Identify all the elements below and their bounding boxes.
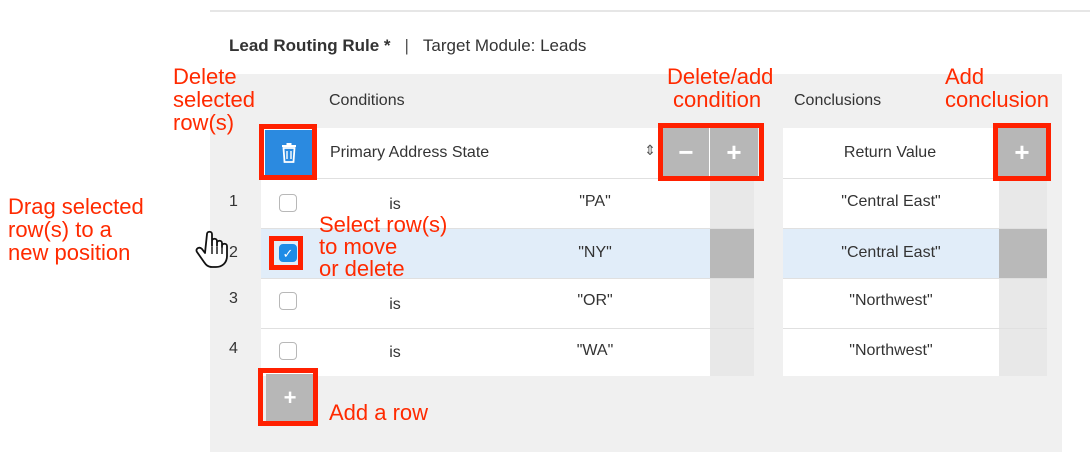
condition-field-value: Primary Address State bbox=[330, 144, 490, 161]
rule-header: Lead Routing Rule * | Target Module: Leads bbox=[229, 36, 586, 56]
row-divider bbox=[783, 328, 1047, 329]
row-checkbox[interactable] bbox=[279, 292, 297, 310]
row-number: 4 bbox=[229, 340, 238, 357]
annotation-delete-add-condition: Delete/add condition bbox=[667, 64, 774, 112]
annotation-box-add-conclusion bbox=[993, 123, 1051, 181]
conclusions-title: Conclusions bbox=[794, 92, 882, 109]
rule-label: Lead Routing Rule * bbox=[229, 36, 391, 55]
annotation-select-rows: Select row(s) to move or delete bbox=[319, 212, 448, 281]
annotation-drag: Drag selected row(s) to a new position bbox=[8, 194, 144, 265]
return-value-header: Return Value bbox=[843, 144, 937, 161]
conditions-title: Conditions bbox=[329, 92, 405, 109]
annotation-delete-selected: Delete selected row(s) bbox=[173, 64, 255, 135]
row-operator: is bbox=[389, 344, 401, 361]
annotation-box-add-row bbox=[258, 368, 318, 426]
annotation-box-delete-selected bbox=[259, 124, 317, 180]
row-operator: is bbox=[389, 296, 401, 313]
row-result: "Northwest" bbox=[849, 292, 933, 309]
condition-field-select[interactable]: Primary Address State ⇕ bbox=[315, 128, 662, 178]
row-checkbox[interactable] bbox=[279, 342, 297, 360]
top-divider bbox=[210, 10, 1090, 12]
row-value: "NY" bbox=[578, 244, 612, 261]
row-value: "PA" bbox=[579, 193, 611, 210]
conclusion-drag-handle-selected[interactable] bbox=[999, 228, 1047, 278]
row-checkbox[interactable] bbox=[279, 194, 297, 212]
row-result: "Central East" bbox=[841, 244, 941, 261]
condition-drag-handle-selected[interactable] bbox=[710, 228, 754, 278]
row-number: 3 bbox=[229, 290, 238, 307]
row-result: "Central East" bbox=[841, 193, 941, 210]
row-result: "Northwest" bbox=[849, 342, 933, 359]
annotation-add-row: Add a row bbox=[329, 400, 429, 425]
row-value: "WA" bbox=[576, 342, 614, 359]
row-number: 1 bbox=[229, 193, 238, 210]
select-arrows-icon: ⇕ bbox=[644, 142, 656, 158]
header-separator: | bbox=[404, 36, 409, 55]
row-value: "OR" bbox=[577, 292, 613, 309]
hand-pointer-icon bbox=[195, 230, 228, 268]
row-divider bbox=[261, 328, 754, 329]
annotation-box-checkbox bbox=[269, 236, 303, 270]
annotation-add-conclusion: Add conclusion bbox=[945, 64, 1049, 112]
row-divider bbox=[783, 228, 1047, 229]
row-divider bbox=[783, 278, 1047, 279]
target-module-label: Target Module: Leads bbox=[422, 36, 587, 55]
annotation-box-delete-add-condition bbox=[658, 123, 764, 181]
